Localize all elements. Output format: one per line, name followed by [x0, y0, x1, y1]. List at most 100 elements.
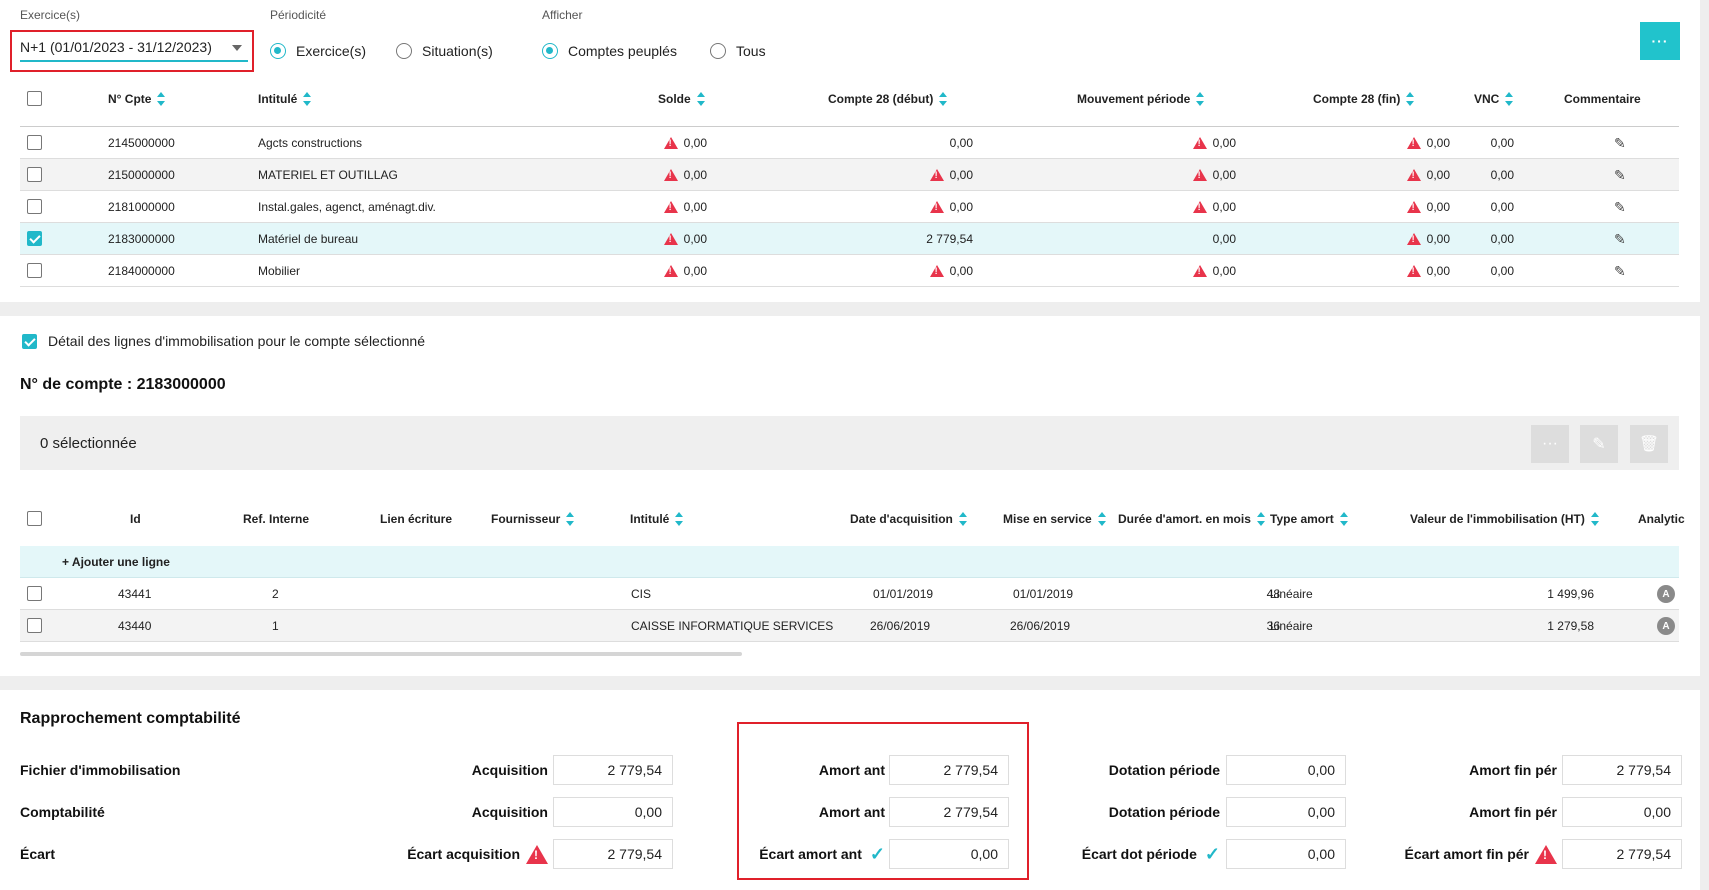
c28d-value: 0,00	[949, 200, 973, 214]
ecart-dot-text: Écart dot période	[1081, 846, 1197, 862]
select-all-checkbox[interactable]	[27, 511, 42, 526]
radio-tous[interactable]: Tous	[710, 43, 766, 59]
radio-on-icon	[542, 43, 558, 59]
edit-icon[interactable]: ✎	[1614, 191, 1626, 223]
col-lien-ecriture: Lien écriture	[380, 512, 453, 526]
col-c28-fin[interactable]: Compte 28 (fin)	[1313, 92, 1415, 106]
acquisition-compta-value: 0,00	[553, 797, 673, 827]
col-fournisseur[interactable]: Fournisseur	[491, 512, 575, 526]
table-row[interactable]: 2145000000 Agcts constructions 0,00 0,00…	[20, 127, 1679, 159]
col-mise-en-service[interactable]: Mise en service	[1003, 512, 1106, 526]
warning-icon	[663, 233, 678, 245]
col-label: VNC	[1474, 92, 1500, 106]
col-type-amort[interactable]: Type amort	[1270, 512, 1348, 526]
col-label: Date d'acquisition	[850, 512, 953, 526]
radio-comptes-peuples[interactable]: Comptes peuplés	[542, 43, 677, 59]
warning-icon	[526, 844, 548, 864]
col-duree[interactable]: Durée d'amort. en mois	[1118, 512, 1265, 526]
row-checkbox[interactable]	[27, 586, 42, 601]
horizontal-scrollbar[interactable]	[20, 652, 742, 656]
col-date-acquisition[interactable]: Date d'acquisition	[850, 512, 967, 526]
warning-icon	[1406, 265, 1421, 277]
vnc: 0,00	[1490, 136, 1514, 150]
asset-type: Linéaire	[1270, 587, 1313, 601]
amort-fin-fichier-value: 2 779,54	[1562, 755, 1682, 785]
solde-value: 0,00	[683, 136, 707, 150]
vnc: 0,00	[1490, 232, 1514, 246]
col-intitule[interactable]: Intitulé	[630, 512, 684, 526]
warning-icon	[663, 137, 678, 149]
solde: 0,00	[620, 159, 707, 191]
table-row[interactable]: 2181000000 Instal.gales, agenct, aménagt…	[20, 191, 1679, 223]
col-label: Compte 28 (début)	[828, 92, 934, 106]
amort-fin-compta-value: 0,00	[1562, 797, 1682, 827]
col-vnc[interactable]: VNC	[1474, 92, 1514, 106]
row-checkbox[interactable]	[27, 167, 42, 182]
col-valeur[interactable]: Valeur de l'immobilisation (HT)	[1410, 512, 1599, 526]
table-row[interactable]: 43441 2 CIS 01/01/2019 01/01/2019 48 Lin…	[20, 578, 1679, 610]
col-label: Intitulé	[630, 512, 670, 526]
col-intitule[interactable]: Intitulé	[258, 92, 312, 106]
edit-icon[interactable]: ✎	[1614, 255, 1626, 287]
edit-icon[interactable]: ✎	[1614, 159, 1626, 191]
table-row-selected[interactable]: 2183000000 Matériel de bureau 0,00 2 779…	[20, 223, 1679, 255]
col-c28-debut[interactable]: Compte 28 (début)	[828, 92, 948, 106]
table-row[interactable]: 2150000000 MATERIEL ET OUTILLAG 0,00 0,0…	[20, 159, 1679, 191]
edit-icon[interactable]: ✎	[1614, 223, 1626, 255]
table-row[interactable]: 2184000000 Mobilier 0,00 0,00 0,00 0,00 …	[20, 255, 1679, 287]
ecart-acq-text: Écart acquisition	[407, 846, 520, 862]
row-checkbox[interactable]	[27, 199, 42, 214]
col-commentaire: Commentaire	[1564, 92, 1641, 106]
add-line-button[interactable]: + Ajouter une ligne	[20, 546, 1679, 578]
edit-button[interactable]: ✎	[1580, 425, 1618, 463]
warning-icon	[1406, 137, 1421, 149]
table-row[interactable]: 43440 1 CAISSE INFORMATIQUE SERVICES 26/…	[20, 610, 1679, 642]
sort-icon	[939, 92, 948, 106]
col-num-cpte[interactable]: N° Cpte	[108, 92, 166, 106]
col-solde[interactable]: Solde	[658, 92, 705, 106]
col-analytic: Analytic	[1638, 512, 1685, 526]
radio-exercice-label: Exercice(s)	[296, 43, 367, 59]
ecart-dot-value: 0,00	[1226, 839, 1346, 869]
col-label: Type amort	[1270, 512, 1334, 526]
amort-fin-label: Amort fin pér	[1469, 804, 1557, 820]
edit-icon[interactable]: ✎	[1614, 127, 1626, 159]
c28-debut: 2 779,54	[820, 223, 973, 255]
radio-exercice[interactable]: Exercice(s)	[270, 43, 366, 59]
analytic-badge[interactable]: A	[1657, 585, 1675, 603]
warning-icon	[1192, 265, 1207, 277]
row-checkbox[interactable]	[27, 263, 42, 278]
mouvement: 0,00	[1120, 255, 1236, 287]
warning-icon	[663, 201, 678, 213]
acquisition-fichier-value: 2 779,54	[553, 755, 673, 785]
mvt-value: 0,00	[1212, 232, 1236, 246]
solde-value: 0,00	[683, 200, 707, 214]
reconciliation-panel: Rapprochement comptabilité Fichier d'imm…	[0, 690, 1700, 890]
c28-fin: 0,00	[1350, 223, 1450, 255]
reconciliation-title: Rapprochement comptabilité	[20, 710, 241, 727]
acquisition-label: Acquisition	[471, 762, 548, 778]
solde: 0,00	[620, 191, 707, 223]
col-mouvement[interactable]: Mouvement période	[1077, 92, 1205, 106]
row-checkbox[interactable]	[27, 135, 42, 150]
more-options-button[interactable]: ···	[1640, 22, 1680, 60]
solde-value: 0,00	[683, 168, 707, 182]
solde: 0,00	[620, 223, 707, 255]
detail-checkbox[interactable]	[22, 334, 37, 349]
radio-situation[interactable]: Situation(s)	[396, 43, 493, 59]
asset-ref: 1	[272, 619, 279, 633]
warning-icon	[929, 169, 944, 181]
row-checkbox[interactable]	[27, 231, 42, 246]
asset-id: 43440	[118, 619, 152, 633]
mvt-value: 0,00	[1212, 264, 1236, 278]
solde: 0,00	[620, 127, 707, 159]
delete-button[interactable]: 🗑	[1630, 425, 1668, 463]
row-label-ecart: Écart	[20, 846, 56, 862]
radio-comptes-label: Comptes peuplés	[568, 43, 677, 59]
col-label: Mouvement période	[1077, 92, 1191, 106]
row-checkbox[interactable]	[27, 618, 42, 633]
analytic-badge[interactable]: A	[1657, 617, 1675, 635]
select-all-checkbox[interactable]	[27, 91, 42, 106]
c28f-value: 0,00	[1426, 232, 1450, 246]
more-options-button[interactable]: ···	[1531, 425, 1569, 463]
